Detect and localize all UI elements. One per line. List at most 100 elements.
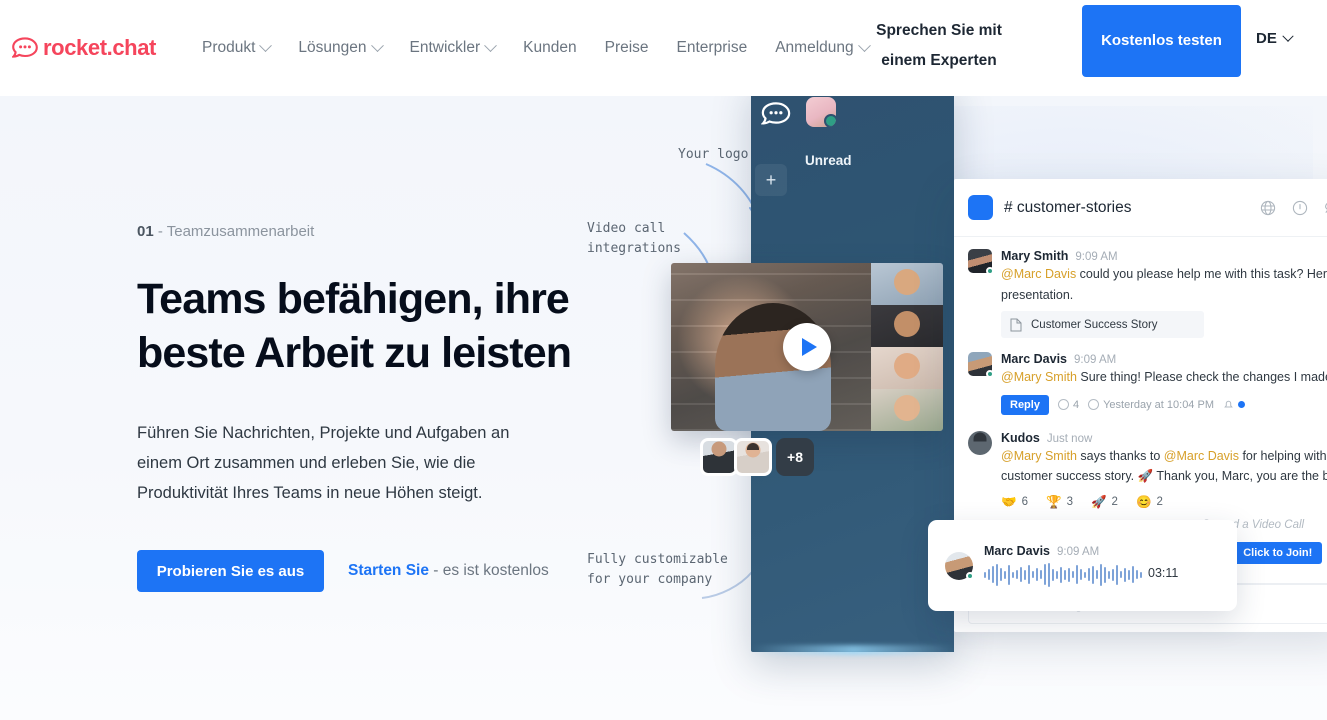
mention-link[interactable]: @Mary Smith <box>1001 449 1077 463</box>
chevron-down-icon <box>1282 30 1294 42</box>
reaction-emoji: 🤝 <box>1001 494 1017 509</box>
bell-icon <box>1224 400 1233 408</box>
last-activity: Yesterday at 10:04 PM <box>1088 399 1214 411</box>
reaction-chip[interactable]: 🏆 3 <box>1046 495 1073 510</box>
video-main-feed <box>671 263 871 431</box>
nav-item-preise[interactable]: Preise <box>591 39 663 57</box>
message-timestamp: 9:09 AM <box>1074 354 1117 366</box>
thread-icon <box>1057 399 1069 410</box>
primary-nav: Produkt Lösungen Entwickler Kunden Preis… <box>188 38 883 57</box>
nav-item-produkt[interactable]: Produkt <box>188 38 284 57</box>
play-button[interactable] <box>783 323 831 371</box>
create-new-button[interactable]: + <box>755 164 787 196</box>
message-text-run-2: for helping with the l <box>1242 448 1327 463</box>
avatar[interactable] <box>968 352 994 378</box>
message-item: Marc Davis 9:09 AM @Mary Smith Sure thin… <box>954 338 1327 415</box>
language-label: DE <box>1256 30 1277 47</box>
mention-link[interactable]: @Marc Davis <box>1001 267 1076 281</box>
clock-icon <box>1088 399 1100 410</box>
nav-label: Produkt <box>202 39 256 56</box>
reaction-chip[interactable]: 😊 2 <box>1136 495 1163 510</box>
click-to-join-button[interactable]: Click to Join! <box>1233 542 1323 564</box>
voice-message-body: Marc Davis 9:09 AM 03:11 <box>984 544 1220 588</box>
logo[interactable]: rocket.chat <box>10 35 156 61</box>
reaction-count: 2 <box>1156 496 1163 508</box>
chat-header: # customer-stories <box>954 179 1327 237</box>
video-call-preview[interactable] <box>671 263 943 431</box>
sidebar-rocketchat-icon <box>760 101 791 127</box>
globe-icon[interactable] <box>1260 200 1276 216</box>
message-text-run: says thanks to <box>1076 448 1164 463</box>
message-text-run: could you please help me with this task?… <box>1079 267 1327 281</box>
reaction-chip[interactable]: 🤝 6 <box>1001 495 1028 510</box>
channel-name: # customer-stories <box>1004 198 1132 216</box>
mention-link[interactable]: @Mary Smith <box>1001 370 1077 384</box>
page-root: rocket.chat Produkt Lösungen Entwickler … <box>0 0 1327 720</box>
chevron-down-icon <box>370 38 384 52</box>
message-text-run: Sure thing! Please check the changes I m… <box>1076 370 1327 384</box>
avatar[interactable] <box>968 430 992 455</box>
message-text-line2: customer success story. 🚀 Thank you, Mar… <box>1001 469 1327 483</box>
message-body: Marc Davis 9:09 AM @Mary Smith Sure thin… <box>1001 352 1327 415</box>
video-participant-3 <box>871 347 943 389</box>
reply-button[interactable]: Reply <box>1001 394 1049 415</box>
voice-timestamp: 9:09 AM <box>1057 545 1100 558</box>
message-attachment[interactable]: Customer Success Story <box>1001 311 1204 338</box>
voice-author: Marc Davis <box>984 543 1051 558</box>
attachment-label: Customer Success Story <box>1031 318 1158 331</box>
site-header: rocket.chat Produkt Lösungen Entwickler … <box>0 0 1327 96</box>
rocketchat-speech-bubble-icon <box>10 37 38 59</box>
talk-to-expert-link[interactable]: Sprechen Sie mit einem Experten <box>858 16 1020 76</box>
message-item: Mary Smith 9:09 AM @Marc Davis could you… <box>954 237 1327 338</box>
avatar[interactable] <box>734 438 772 476</box>
message-header: Kudos Just now <box>1001 431 1327 445</box>
thread-count[interactable]: 4 <box>1057 398 1080 411</box>
message-text: @Mary Smith says thanks to @Marc Davis f… <box>1001 447 1327 466</box>
video-participant-strip <box>871 263 943 431</box>
video-participant-1 <box>871 263 943 305</box>
sidebar-section-unread[interactable]: Unread <box>805 153 852 168</box>
avatar[interactable] <box>945 551 974 580</box>
avatar[interactable] <box>806 97 836 127</box>
message-item: Kudos Just now @Mary Smith says thanks t… <box>954 415 1327 510</box>
message-body: Kudos Just now @Mary Smith says thanks t… <box>1001 431 1327 510</box>
nav-item-kunden[interactable]: Kunden <box>509 39 590 57</box>
chevron-down-icon <box>484 38 498 52</box>
notification-state[interactable] <box>1223 399 1245 410</box>
unread-dot <box>1237 401 1245 408</box>
audio-waveform[interactable] <box>984 562 1142 588</box>
voice-message-header: Marc Davis 9:09 AM <box>984 544 1220 558</box>
participant-avatar-stack: +8 <box>700 438 814 476</box>
message-text-line2: presentation. <box>1001 287 1074 302</box>
document-icon <box>1010 318 1022 332</box>
reaction-emoji: 🏆 <box>1045 494 1062 509</box>
nav-item-loesungen[interactable]: Lösungen <box>284 38 395 57</box>
nav-item-entwickler[interactable]: Entwickler <box>396 38 510 57</box>
message-text: @Marc Davis could you please help me wit… <box>1001 265 1327 284</box>
chevron-down-icon <box>259 38 273 52</box>
avatar[interactable] <box>700 438 738 476</box>
thread-count-value: 4 <box>1072 398 1080 411</box>
message-actions: Reply 4 Yesterday at 10:04 PM <box>1001 394 1327 415</box>
chat-header-actions <box>1260 200 1327 216</box>
online-status-dot <box>986 370 994 378</box>
reaction-count: 2 <box>1111 496 1118 508</box>
message-author: Mary Smith <box>1001 249 1069 263</box>
nav-item-enterprise[interactable]: Enterprise <box>663 39 762 57</box>
message-header: Marc Davis 9:09 AM <box>1001 352 1327 366</box>
free-trial-button[interactable]: Kostenlos testen <box>1082 5 1241 77</box>
reaction-emoji: 😊 <box>1135 494 1152 509</box>
message-header: Mary Smith 9:09 AM <box>1001 249 1327 263</box>
language-switcher[interactable]: DE <box>1256 30 1294 47</box>
message-text: @Mary Smith Sure thing! Please check the… <box>1001 368 1327 387</box>
message-author: Marc Davis <box>1001 352 1068 366</box>
mention-link-2[interactable]: @Marc Davis <box>1164 449 1239 463</box>
sidebar-bottom-glow <box>751 645 956 655</box>
video-participant-2 <box>871 305 943 347</box>
avatar[interactable] <box>968 249 994 275</box>
online-status-dot <box>986 267 994 275</box>
last-activity-value: Yesterday at 10:04 PM <box>1103 398 1214 411</box>
reaction-chip[interactable]: 🚀 2 <box>1091 495 1118 510</box>
avatar-overflow-count[interactable]: +8 <box>776 438 814 476</box>
info-circle-icon[interactable] <box>1292 200 1308 216</box>
